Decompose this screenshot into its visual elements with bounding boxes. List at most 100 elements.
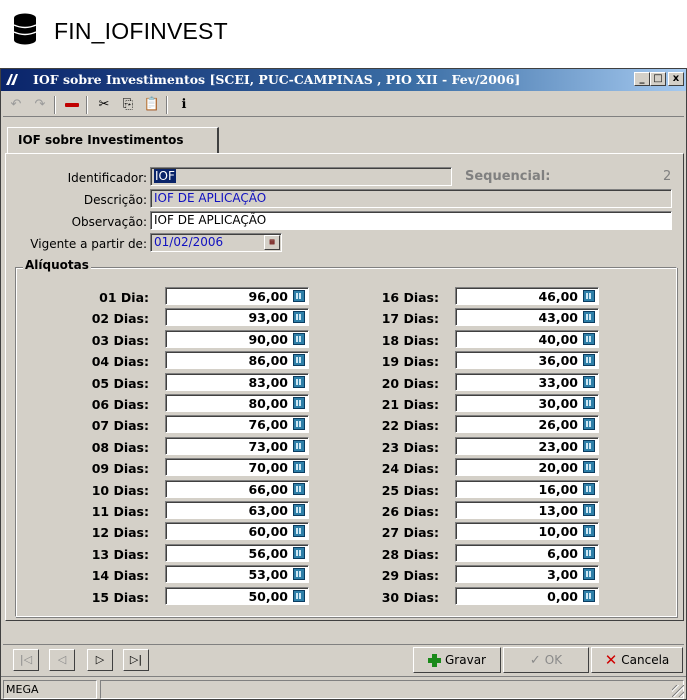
rate-field[interactable]: 36,00 [455,351,599,369]
rate-field[interactable]: 43,00 [455,308,599,326]
gravar-button[interactable]: Gravar [413,647,501,673]
rate-field[interactable]: 26,00 [455,415,599,433]
calculator-icon[interactable] [293,590,305,602]
rate-field[interactable]: 63,00 [165,501,309,519]
calculator-icon[interactable] [293,547,305,559]
calculator-icon[interactable] [293,311,305,323]
calculator-icon[interactable] [293,333,305,345]
descricao-field[interactable]: IOF DE APLICAÇÃO [150,189,672,208]
undo-icon[interactable]: ↶ [5,95,27,115]
next-record-button[interactable]: ▷ [87,649,113,671]
status-user: MEGA [3,680,97,699]
rate-value: 23,00 [538,439,578,454]
calculator-icon[interactable] [583,547,595,559]
rate-field[interactable]: 96,00 [165,287,309,305]
first-record-button[interactable]: |◁ [13,649,39,671]
rate-label: 22 Dias: [381,418,439,433]
maximize-button[interactable]: □ [650,72,666,86]
calculator-icon[interactable] [583,568,595,580]
paste-icon[interactable]: 📋 [141,95,163,115]
calculator-icon[interactable] [583,354,595,366]
calculator-icon[interactable] [293,290,305,302]
rate-field[interactable]: 86,00 [165,351,309,369]
rate-field[interactable]: 93,00 [165,308,309,326]
close-button[interactable]: x [668,72,684,86]
calculator-icon[interactable] [583,290,595,302]
rate-field[interactable]: 0,00 [455,587,599,605]
calculator-icon[interactable] [293,397,305,409]
window-titlebar[interactable]: IOF sobre Investimentos [SCEI, PUC-CAMPI… [1,69,686,91]
redo-icon[interactable]: ↷ [29,95,51,115]
calculator-icon[interactable] [583,418,595,430]
vigente-label: Vigente a partir de: [30,237,147,251]
vigente-date-field[interactable]: 01/02/2006 [150,233,282,252]
rate-field[interactable]: 56,00 [165,544,309,562]
calculator-icon[interactable] [583,504,595,516]
calculator-icon[interactable] [583,376,595,388]
calculator-icon[interactable] [583,311,595,323]
minus-icon [65,102,79,107]
calculator-icon[interactable] [293,525,305,537]
rate-field[interactable]: 10,00 [455,522,599,540]
rate-label: 10 Dias: [91,483,149,498]
rate-label: 04 Dias: [91,354,149,369]
calculator-icon[interactable] [583,440,595,452]
calendar-icon[interactable]: ▦ [264,235,280,250]
identificador-field[interactable]: IOF [150,167,452,186]
delete-record-button[interactable] [61,95,83,115]
rate-field[interactable]: 73,00 [165,437,309,455]
cancela-label: Cancela [621,653,670,667]
rate-field[interactable]: 76,00 [165,415,309,433]
calculator-icon[interactable] [583,333,595,345]
rate-field[interactable]: 40,00 [455,330,599,348]
rate-field[interactable]: 33,00 [455,373,599,391]
calculator-icon[interactable] [293,461,305,473]
rate-field[interactable]: 46,00 [455,287,599,305]
rate-field[interactable]: 3,00 [455,565,599,583]
descricao-label: Descrição: [83,193,147,207]
ok-button[interactable]: ✓ OK [503,647,589,673]
rate-field[interactable]: 80,00 [165,394,309,412]
rate-field[interactable]: 66,00 [165,480,309,498]
calculator-icon[interactable] [583,590,595,602]
calculator-icon[interactable] [583,461,595,473]
rate-field[interactable]: 70,00 [165,458,309,476]
rate-field[interactable]: 13,00 [455,501,599,519]
rate-field[interactable]: 53,00 [165,565,309,583]
rate-field[interactable]: 60,00 [165,522,309,540]
info-icon[interactable]: ℹ [173,95,195,115]
rate-field[interactable]: 20,00 [455,458,599,476]
calculator-icon[interactable] [293,440,305,452]
calculator-icon[interactable] [293,568,305,580]
rate-field[interactable]: 90,00 [165,330,309,348]
observacao-field[interactable]: IOF DE APLICAÇÃO [150,211,672,230]
app-window: IOF sobre Investimentos [SCEI, PUC-CAMPI… [0,68,687,700]
last-record-button[interactable]: ▷| [123,649,149,671]
calculator-icon[interactable] [293,418,305,430]
rate-field[interactable]: 6,00 [455,544,599,562]
cancela-button[interactable]: ✕ Cancela [591,647,683,673]
copy-icon[interactable]: ⎘ [117,95,139,115]
rate-value: 90,00 [248,332,288,347]
rate-value: 0,00 [547,589,578,604]
cut-icon[interactable]: ✂ [93,95,115,115]
calculator-icon[interactable] [583,397,595,409]
calculator-icon[interactable] [293,483,305,495]
calculator-icon[interactable] [293,354,305,366]
resize-grip[interactable] [672,685,684,697]
calculator-icon[interactable] [583,483,595,495]
calculator-icon[interactable] [293,376,305,388]
tab-iof-investimentos[interactable]: IOF sobre Investimentos [7,127,219,153]
rate-field[interactable]: 30,00 [455,394,599,412]
rate-field[interactable]: 16,00 [455,480,599,498]
calculator-icon[interactable] [583,525,595,537]
rate-label: 28 Dias: [381,547,439,562]
rate-value: 60,00 [248,524,288,539]
page-header: FIN_IOFINVEST [0,0,687,64]
prev-record-button[interactable]: ◁ [49,649,75,671]
rate-field[interactable]: 50,00 [165,587,309,605]
calculator-icon[interactable] [293,504,305,516]
rate-field[interactable]: 83,00 [165,373,309,391]
minimize-button[interactable]: _ [634,72,650,86]
rate-field[interactable]: 23,00 [455,437,599,455]
